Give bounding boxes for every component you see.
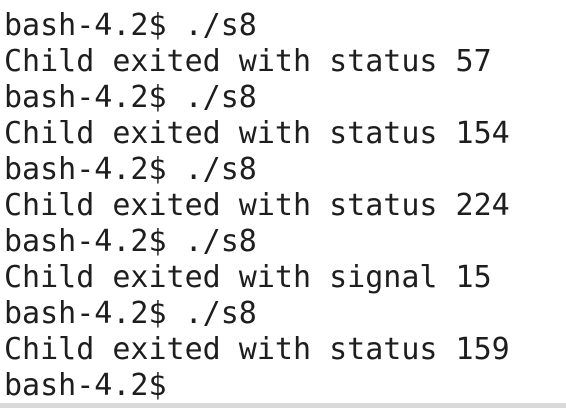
output-line: Child exited with status 57: [4, 44, 492, 79]
terminal-output[interactable]: bash-4.2$ ./s8 Child exited with status …: [0, 0, 566, 408]
output-line: Child exited with status 224: [4, 188, 510, 223]
output-line: Child exited with signal 15: [4, 260, 492, 295]
prompt-line: bash-4.2$ ./s8: [4, 152, 257, 187]
prompt-line: bash-4.2$ ./s8: [4, 296, 257, 331]
current-prompt-line[interactable]: bash-4.2$: [4, 368, 167, 404]
window-bottom-edge: [0, 403, 566, 408]
prompt-line: bash-4.2$ ./s8: [4, 224, 257, 259]
output-line: Child exited with status 159: [4, 332, 510, 367]
output-line: Child exited with status 154: [4, 116, 510, 151]
prompt-line: bash-4.2$ ./s8: [4, 8, 257, 43]
prompt-line: bash-4.2$ ./s8: [4, 80, 257, 115]
